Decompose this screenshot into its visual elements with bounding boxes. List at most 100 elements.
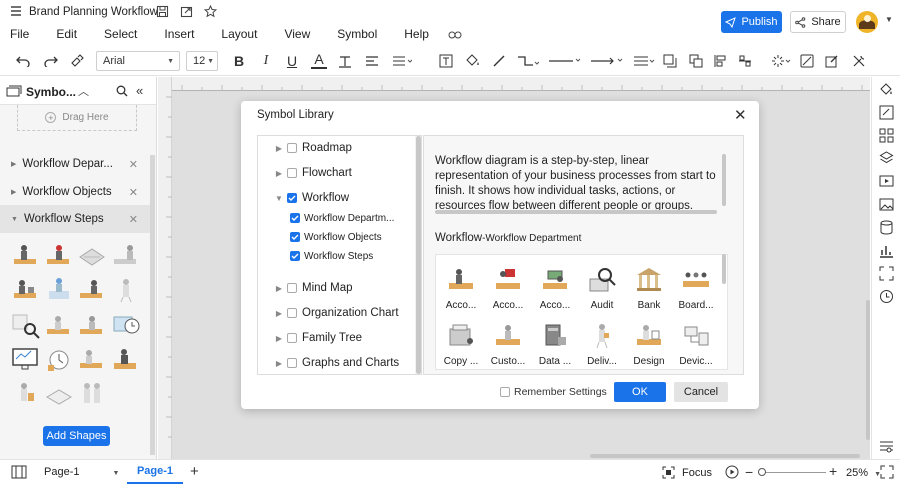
add-shapes-button[interactable]: Add Shapes (43, 426, 110, 446)
line-weight-icon[interactable] (632, 51, 656, 71)
zoom-in-icon[interactable]: + (829, 463, 837, 479)
description-scrollbar[interactable] (722, 154, 726, 206)
menu-icon[interactable] (10, 5, 22, 17)
lock-icon[interactable] (799, 51, 815, 71)
fit-icon[interactable] (879, 266, 894, 284)
shape-thumbnail[interactable] (43, 345, 75, 375)
page-tab[interactable]: Page-1 (127, 460, 183, 484)
tools-icon[interactable] (851, 51, 867, 71)
shape-thumbnail[interactable] (10, 345, 42, 375)
shape-thumbnail[interactable] (43, 241, 75, 271)
search-icon[interactable] (116, 85, 128, 100)
page-panel-icon[interactable] (11, 465, 27, 482)
bold-icon[interactable]: B (231, 51, 247, 71)
library-workflow-objects[interactable]: ▶ Workflow Objects ✕ (0, 178, 150, 206)
chevron-down-icon[interactable]: ▼ (885, 15, 893, 24)
distribute-icon[interactable] (737, 51, 753, 71)
tree-item-graphs-and-charts[interactable]: ▶ Graphs and Charts (274, 353, 399, 373)
zoom-out-icon[interactable]: − (745, 464, 753, 480)
chart-icon[interactable] (879, 243, 894, 261)
menu-help[interactable]: Help (404, 27, 429, 41)
line-spacing-icon[interactable] (391, 51, 413, 71)
tree-item-mind-map[interactable]: ▶ Mind Map (274, 278, 353, 298)
database-icon[interactable] (879, 220, 894, 238)
image-icon[interactable] (879, 197, 894, 215)
redo-icon[interactable] (42, 51, 60, 71)
star-icon[interactable] (203, 4, 217, 18)
settings-panel-icon[interactable] (879, 439, 894, 457)
symbol-bank[interactable]: Bank (626, 265, 672, 317)
symbol-copy[interactable]: Copy ... (438, 321, 484, 369)
shape-thumbnail[interactable] (76, 379, 108, 409)
library-workflow-steps[interactable]: ▼ Workflow Steps ✕ (0, 205, 150, 233)
menu-symbol[interactable]: Symbol (337, 27, 377, 41)
text-format-icon[interactable] (337, 51, 353, 71)
checkbox-checked[interactable] (290, 213, 300, 223)
shape-thumbnail[interactable] (43, 311, 75, 341)
grid-icon[interactable] (879, 128, 894, 146)
menu-select[interactable]: Select (104, 27, 137, 41)
symbol-delivery[interactable]: Deliv... (579, 321, 625, 369)
tree-item-workflow-steps[interactable]: Workflow Steps (290, 246, 373, 266)
font-color-icon[interactable]: A (311, 51, 327, 69)
effects-icon[interactable] (770, 51, 792, 71)
history-icon[interactable] (879, 289, 894, 307)
fill-icon[interactable] (879, 82, 894, 100)
shadow-icon[interactable] (662, 51, 678, 71)
checkbox[interactable] (287, 283, 297, 293)
save-icon[interactable] (155, 4, 169, 18)
focus-label[interactable]: Focus (682, 467, 712, 479)
library-workflow-department[interactable]: ▶ Workflow Depar... ✕ (0, 150, 150, 178)
align-icon[interactable] (364, 51, 380, 71)
style-icon[interactable] (879, 105, 894, 123)
checkbox-checked[interactable] (287, 193, 297, 203)
checkbox-checked[interactable] (290, 232, 300, 242)
shape-thumbnail[interactable] (76, 275, 108, 305)
menu-file[interactable]: File (10, 27, 29, 41)
close-icon[interactable]: ✕ (129, 186, 138, 199)
align-objects-icon[interactable] (713, 51, 729, 71)
symbol-accounting-1[interactable]: Acco... (438, 265, 484, 317)
underline-icon[interactable]: U (284, 51, 300, 71)
menu-view[interactable]: View (284, 27, 310, 41)
undo-icon[interactable] (14, 51, 32, 71)
close-icon[interactable]: ✕ (129, 213, 138, 226)
tree-item-workflow[interactable]: ▼ Workflow (274, 188, 349, 208)
tree-item-flowchart[interactable]: ▶ Flowchart (274, 163, 352, 183)
edit-icon[interactable] (824, 51, 840, 71)
shape-thumbnail[interactable] (10, 241, 42, 271)
tree-scrollbar[interactable] (416, 136, 421, 374)
arrange-icon[interactable] (688, 51, 704, 71)
shape-thumbnail[interactable] (110, 275, 142, 305)
shape-thumbnail[interactable] (110, 311, 142, 341)
shape-thumbnail[interactable] (43, 275, 75, 305)
checkbox-checked[interactable] (290, 251, 300, 261)
checkbox[interactable] (287, 308, 297, 318)
ok-button[interactable]: OK (614, 382, 666, 402)
checkbox[interactable] (287, 333, 297, 343)
text-box-icon[interactable] (438, 51, 454, 71)
collapse-icon[interactable]: ︿ (78, 83, 89, 99)
format-painter-icon[interactable] (68, 51, 86, 71)
connector-icon[interactable] (516, 51, 540, 71)
shape-thumbnail[interactable] (43, 379, 75, 409)
tree-item-roadmap[interactable]: ▶ Roadmap (274, 138, 352, 158)
symbol-design[interactable]: Design (626, 321, 672, 369)
checkbox[interactable] (287, 358, 297, 368)
tree-item-workflow-objects[interactable]: Workflow Objects (290, 227, 382, 247)
symbol-audit[interactable]: Audit (579, 265, 625, 317)
double-chevron-left-icon[interactable]: « (136, 83, 143, 98)
symbol-accounting-3[interactable]: Acco... (532, 265, 578, 317)
document-title[interactable]: Brand Planning Workflow (29, 6, 158, 18)
font-size-select[interactable]: 12 ▼ (186, 51, 218, 71)
tree-item-workflow-department[interactable]: Workflow Departm... (290, 208, 394, 228)
cancel-button[interactable]: Cancel (674, 382, 728, 402)
line-color-icon[interactable] (491, 51, 507, 71)
line-style-icon[interactable] (548, 51, 582, 71)
presentation-icon[interactable] (879, 174, 894, 192)
menu-edit[interactable]: Edit (56, 27, 77, 41)
zoom-level[interactable]: 25% ▼ (846, 467, 881, 479)
shape-thumbnail[interactable] (110, 345, 142, 375)
shape-thumbnail[interactable] (10, 379, 42, 409)
play-icon[interactable] (725, 465, 739, 482)
